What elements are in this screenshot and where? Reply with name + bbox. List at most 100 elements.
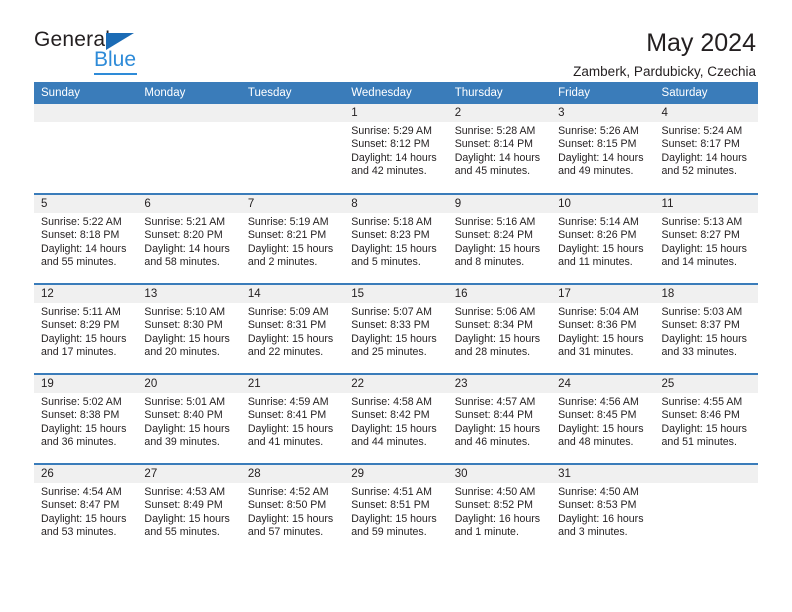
calendar-day-cell[interactable]: 25 Sunrise: 4:55 AM Sunset: 8:46 PM Dayligh… [654, 373, 758, 464]
day-details: Sunrise: 4:57 AM Sunset: 8:44 PM Daylight:… [448, 393, 551, 450]
sunset-text: Sunset: 8:15 PM [558, 138, 637, 151]
calendar-day-cell[interactable]: 28 Sunrise: 4:52 AM Sunset: 8:50 PM Dayligh… [240, 463, 345, 554]
sunrise-text: Sunrise: 5:21 AM [144, 216, 226, 228]
day-details: Sunrise: 5:16 AM Sunset: 8:24 PM Daylight:… [448, 213, 551, 270]
daylight-text-line2: and 44 minutes. [351, 436, 427, 449]
calendar-day-cell[interactable]: 6 Sunrise: 5:21 AM Sunset: 8:20 PM Daylight… [137, 193, 241, 284]
daylight-text-line1: Daylight: 15 hours [144, 512, 230, 525]
calendar-day-cell[interactable]: 2 Sunrise: 5:28 AM Sunset: 8:14 PM Daylight… [447, 104, 552, 194]
day-number: 8 [344, 195, 448, 213]
daylight-text-line2: and 20 minutes. [144, 346, 220, 359]
sunrise-text: Sunrise: 5:24 AM [661, 125, 743, 137]
calendar-day-cell[interactable]: 18 Sunrise: 5:03 AM Sunset: 8:37 PM Dayligh… [654, 283, 758, 374]
calendar-day-cell[interactable]: 24 Sunrise: 4:56 AM Sunset: 8:45 PM Dayligh… [551, 373, 655, 464]
day-details: Sunrise: 4:50 AM Sunset: 8:52 PM Daylight:… [448, 483, 551, 540]
calendar-day-cell[interactable]: 23 Sunrise: 4:57 AM Sunset: 8:44 PM Dayligh… [447, 373, 552, 464]
month-calendar: Sunday Monday Tuesday Wednesday Thursday Frid… [34, 82, 758, 554]
daylight-text-line2: and 41 minutes. [247, 436, 324, 449]
day-number: 18 [654, 285, 758, 303]
sunrise-text: Sunrise: 4:54 AM [41, 486, 122, 498]
calendar-day-cell[interactable]: 31 Sunrise: 4:50 AM Sunset: 8:53 PM Dayligh… [551, 463, 655, 554]
calendar-day-cell[interactable]: 26 Sunrise: 4:54 AM Sunset: 8:47 PM Dayligh… [34, 463, 138, 554]
daylight-text-line1: Daylight: 15 hours [247, 332, 334, 345]
calendar-day-cell[interactable]: 4 Sunrise: 5:24 AM Sunset: 8:17 PM Daylight… [654, 104, 758, 194]
day-number [34, 104, 138, 122]
daylight-text-line1: Daylight: 15 hours [351, 242, 437, 255]
weekday-header-monday: Monday [137, 82, 241, 104]
daylight-text-line1: Daylight: 15 hours [144, 422, 230, 435]
daylight-text-line2: and 57 minutes. [247, 526, 324, 539]
day-details: Sunrise: 4:56 AM Sunset: 8:45 PM Daylight:… [551, 393, 654, 450]
calendar-day-cell[interactable]: 13 Sunrise: 5:10 AM Sunset: 8:30 PM Dayligh… [137, 283, 241, 374]
sunrise-text: Sunrise: 5:07 AM [351, 306, 432, 318]
calendar-day-cell[interactable]: 10 Sunrise: 5:14 AM Sunset: 8:26 PM Dayligh… [551, 193, 655, 284]
day-details: Sunrise: 5:18 AM Sunset: 8:23 PM Daylight:… [344, 213, 447, 270]
calendar-day-cell[interactable]: 22 Sunrise: 4:58 AM Sunset: 8:42 PM Dayligh… [344, 373, 448, 464]
daylight-text-line2: and 53 minutes. [41, 526, 117, 539]
daylight-text-line1: Daylight: 15 hours [351, 512, 437, 525]
sunset-text: Sunset: 8:21 PM [247, 229, 327, 242]
calendar-day-cell[interactable]: 16 Sunrise: 5:06 AM Sunset: 8:34 PM Dayligh… [447, 283, 552, 374]
daylight-text-line1: Daylight: 15 hours [144, 332, 230, 345]
day-details: Sunrise: 5:24 AM Sunset: 8:17 PM Daylight:… [655, 122, 758, 179]
daylight-text-line1: Daylight: 15 hours [558, 332, 644, 345]
calendar-day-cell[interactable]: 5 Sunrise: 5:22 AM Sunset: 8:18 PM Daylight… [34, 193, 138, 284]
daylight-text-line2: and 52 minutes. [661, 165, 737, 178]
sunset-text: Sunset: 8:44 PM [454, 409, 534, 422]
sunrise-text: Sunrise: 5:06 AM [454, 306, 536, 318]
day-number: 19 [34, 375, 138, 393]
calendar-day-cell[interactable]: 12 Sunrise: 5:11 AM Sunset: 8:29 PM Dayligh… [34, 283, 138, 374]
day-number: 31 [551, 465, 655, 483]
calendar-day-cell[interactable]: 27 Sunrise: 4:53 AM Sunset: 8:49 PM Dayligh… [137, 463, 241, 554]
calendar-day-cell[interactable]: 30 Sunrise: 4:50 AM Sunset: 8:52 PM Dayligh… [447, 463, 552, 554]
daylight-text-line1: Daylight: 15 hours [41, 422, 127, 435]
calendar-day-cell[interactable]: 11 Sunrise: 5:13 AM Sunset: 8:27 PM Dayligh… [654, 193, 758, 284]
sunset-text: Sunset: 8:27 PM [661, 229, 740, 242]
calendar-day-cell[interactable]: 20 Sunrise: 5:01 AM Sunset: 8:40 PM Dayligh… [137, 373, 241, 464]
day-number: 16 [447, 285, 552, 303]
sunset-text: Sunset: 8:42 PM [351, 409, 430, 422]
day-details: Sunrise: 4:55 AM Sunset: 8:46 PM Daylight:… [655, 393, 758, 450]
sunrise-text: Sunrise: 5:03 AM [661, 306, 743, 318]
sunrise-text: Sunrise: 5:04 AM [558, 306, 639, 318]
daylight-text-line1: Daylight: 15 hours [558, 242, 644, 255]
calendar-day-cell[interactable]: 3 Sunrise: 5:26 AM Sunset: 8:15 PM Daylight… [551, 104, 655, 194]
sunrise-text: Sunrise: 4:58 AM [351, 396, 432, 408]
sunset-text: Sunset: 8:51 PM [351, 499, 430, 512]
calendar-week-row: 19 Sunrise: 5:02 AM Sunset: 8:38 PM Dayligh… [34, 373, 758, 464]
sunrise-text: Sunrise: 4:59 AM [247, 396, 329, 408]
daylight-text-line1: Daylight: 15 hours [351, 422, 437, 435]
calendar-day-cell[interactable]: 15 Sunrise: 5:07 AM Sunset: 8:33 PM Dayligh… [344, 283, 448, 374]
sunset-text: Sunset: 8:36 PM [558, 319, 637, 332]
daylight-text-line2: and 48 minutes. [558, 436, 634, 449]
daylight-text-line2: and 49 minutes. [558, 165, 634, 178]
calendar-day-cell[interactable]: 9 Sunrise: 5:16 AM Sunset: 8:24 PM Daylight… [447, 193, 552, 284]
calendar-day-cell[interactable]: 14 Sunrise: 5:09 AM Sunset: 8:31 PM Dayligh… [240, 283, 345, 374]
sunrise-text: Sunrise: 5:02 AM [41, 396, 122, 408]
sunrise-text: Sunrise: 5:01 AM [144, 396, 226, 408]
daylight-text-line1: Daylight: 15 hours [247, 242, 334, 255]
calendar-day-cell[interactable]: 19 Sunrise: 5:02 AM Sunset: 8:38 PM Dayligh… [34, 373, 138, 464]
daylight-text-line1: Daylight: 15 hours [454, 332, 541, 345]
sunset-text: Sunset: 8:50 PM [247, 499, 327, 512]
daylight-text-line2: and 2 minutes. [247, 256, 318, 269]
calendar-day-cell[interactable]: 29 Sunrise: 4:51 AM Sunset: 8:51 PM Dayligh… [344, 463, 448, 554]
daylight-text-line2: and 25 minutes. [351, 346, 427, 359]
sunrise-text: Sunrise: 5:10 AM [144, 306, 226, 318]
calendar-day-cell[interactable]: 8 Sunrise: 5:18 AM Sunset: 8:23 PM Daylight… [344, 193, 448, 284]
calendar-day-cell[interactable]: 1 Sunrise: 5:29 AM Sunset: 8:12 PM Daylight… [344, 104, 448, 194]
sunset-text: Sunset: 8:52 PM [454, 499, 534, 512]
sunset-text: Sunset: 8:26 PM [558, 229, 637, 242]
sunrise-text: Sunrise: 5:14 AM [558, 216, 639, 228]
day-details: Sunrise: 4:52 AM Sunset: 8:50 PM Daylight:… [241, 483, 344, 540]
day-number: 21 [240, 375, 345, 393]
calendar-body: 1 Sunrise: 5:29 AM Sunset: 8:12 PM Daylight… [34, 104, 758, 554]
day-details: Sunrise: 5:22 AM Sunset: 8:18 PM Daylight:… [34, 213, 137, 270]
calendar-day-cell[interactable]: 17 Sunrise: 5:04 AM Sunset: 8:36 PM Dayligh… [551, 283, 655, 374]
calendar-day-cell[interactable]: 7 Sunrise: 5:19 AM Sunset: 8:21 PM Daylight… [240, 193, 345, 284]
calendar-day-cell[interactable]: 21 Sunrise: 4:59 AM Sunset: 8:41 PM Dayligh… [240, 373, 345, 464]
daylight-text-line2: and 17 minutes. [41, 346, 117, 359]
day-number: 26 [34, 465, 138, 483]
sunrise-text: Sunrise: 4:53 AM [144, 486, 226, 498]
day-details: Sunrise: 5:10 AM Sunset: 8:30 PM Daylight:… [137, 303, 240, 360]
